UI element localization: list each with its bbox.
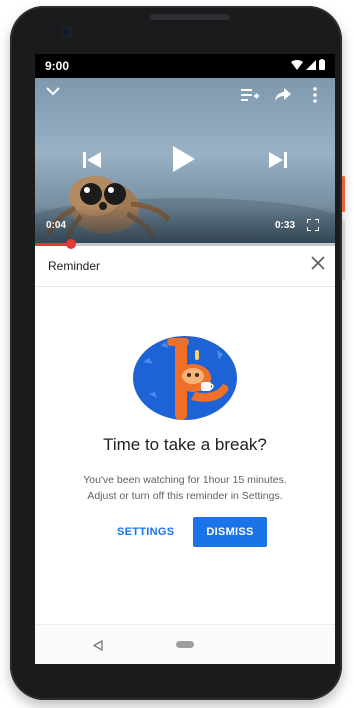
wifi-icon xyxy=(291,59,303,73)
phone-frame: 9:00 0:04 0:33 Reminder Time to take a b… xyxy=(10,6,345,700)
reminder-headline: Time to take a break? xyxy=(103,435,267,454)
reminder-title: Reminder xyxy=(48,259,101,273)
previous-icon[interactable] xyxy=(83,152,101,168)
duration: 0:33 xyxy=(275,220,296,231)
reminder-actions: SETTINGS DISMISS xyxy=(35,517,335,547)
add-to-queue-icon[interactable] xyxy=(241,88,259,102)
back-nav-icon[interactable] xyxy=(92,638,103,656)
next-icon[interactable] xyxy=(269,152,287,168)
current-time: 0:04 xyxy=(46,220,67,231)
home-nav-icon[interactable] xyxy=(176,641,194,648)
settings-button[interactable]: SETTINGS xyxy=(113,521,178,543)
reminder-body: You've been watching for 1hour 15 minute… xyxy=(55,472,315,504)
reminder-body-line-2: Adjust or turn off this reminder in Sett… xyxy=(87,490,283,502)
play-icon[interactable] xyxy=(173,146,195,172)
power-button xyxy=(342,176,345,212)
signal-icon xyxy=(306,59,316,73)
close-icon[interactable] xyxy=(311,256,325,275)
status-time: 9:00 xyxy=(45,59,70,73)
collapse-chevron-icon[interactable] xyxy=(46,86,60,96)
earpiece-speaker xyxy=(150,14,230,20)
fullscreen-icon[interactable] xyxy=(307,219,319,231)
dismiss-button[interactable]: DISMISS xyxy=(193,517,267,547)
phone-screen: 9:00 0:04 0:33 Reminder Time to take a b… xyxy=(35,54,335,664)
reminder-body-line-1: You've been watching for 1hour 15 minute… xyxy=(83,474,287,486)
volume-button xyxy=(342,220,345,280)
share-icon[interactable] xyxy=(275,88,291,102)
system-nav-bar xyxy=(35,624,335,664)
break-illustration xyxy=(133,336,237,420)
more-vert-icon[interactable] xyxy=(313,87,317,103)
video-player[interactable]: 0:04 0:33 xyxy=(35,78,335,246)
front-camera xyxy=(62,28,70,36)
reminder-header: Reminder xyxy=(35,246,335,287)
status-icons xyxy=(291,59,325,73)
status-bar: 9:00 xyxy=(35,54,335,78)
battery-icon xyxy=(319,59,325,73)
